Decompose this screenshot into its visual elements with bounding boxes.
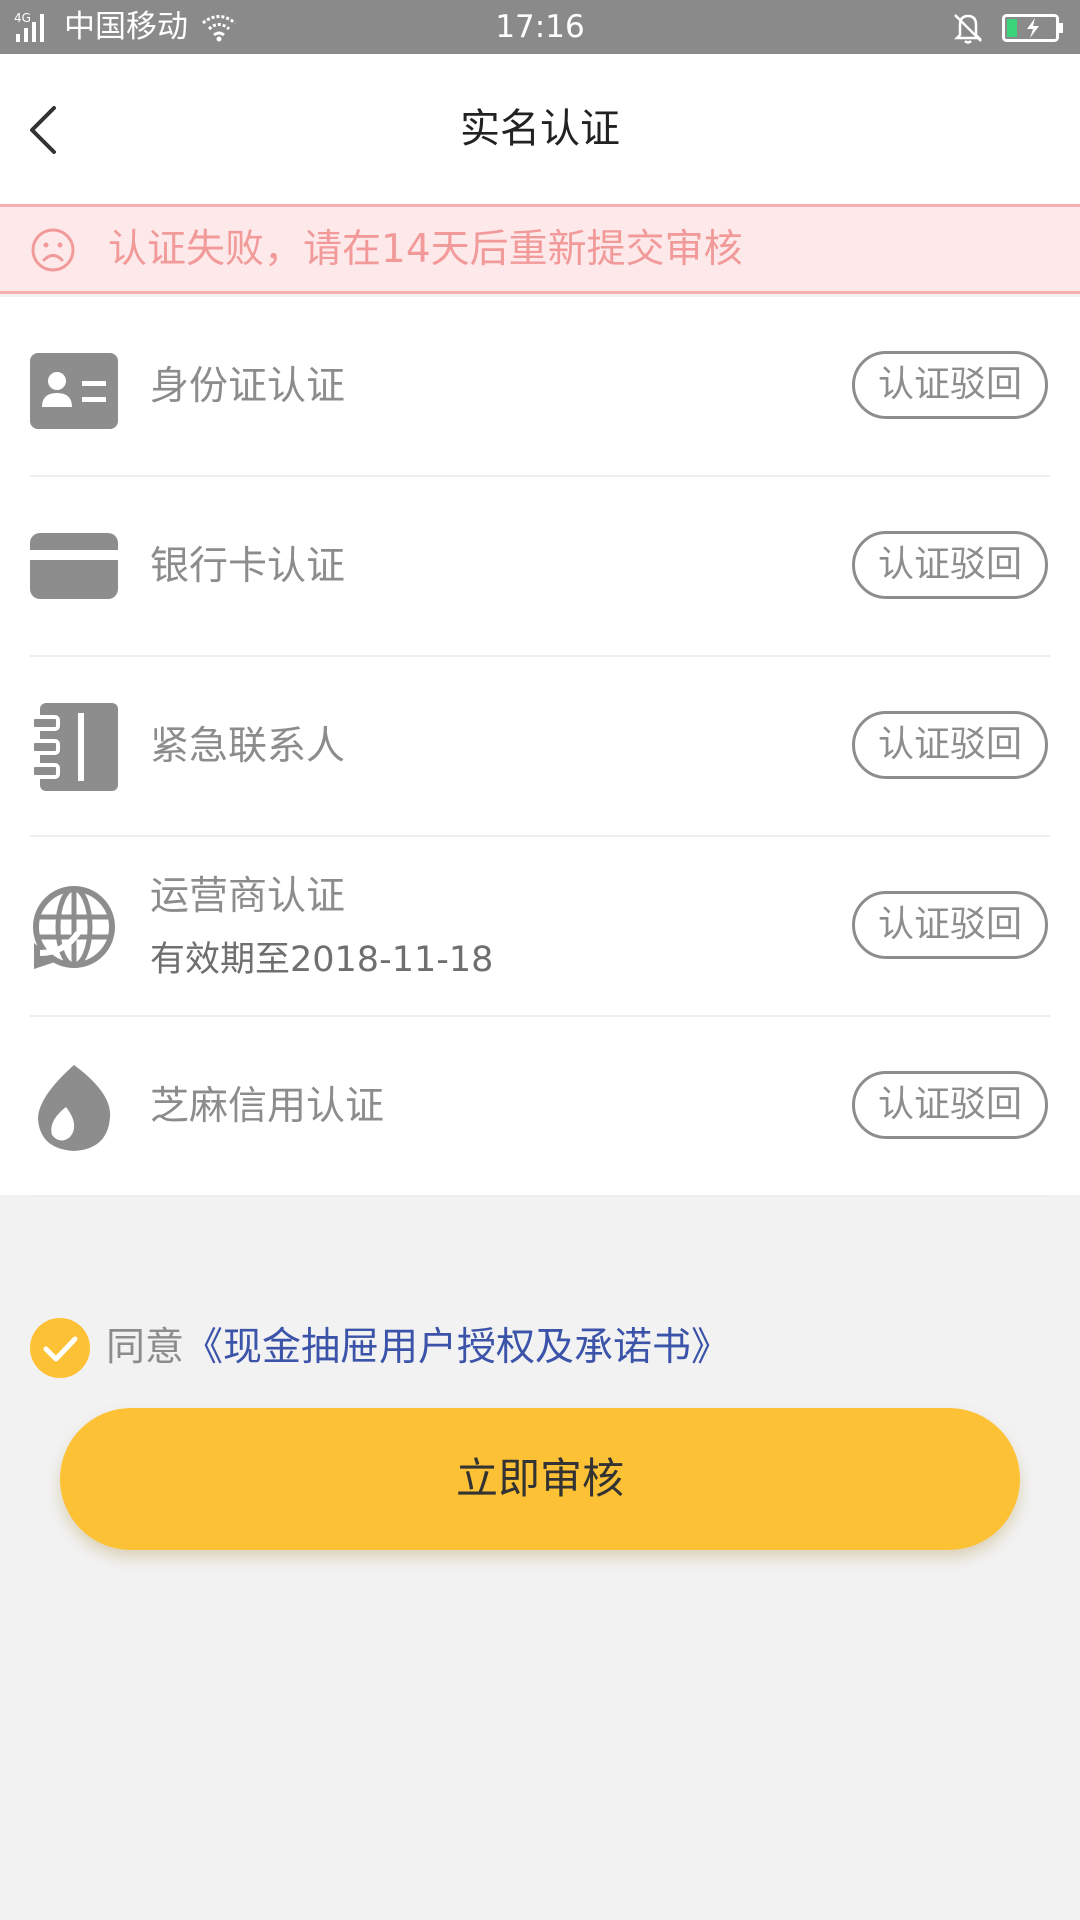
sad-face-icon — [31, 228, 75, 272]
item-label: 运营商认证 — [150, 874, 346, 919]
clock: 17:16 — [495, 9, 585, 45]
globe-arrow-icon — [33, 886, 115, 969]
bank-card-icon — [30, 533, 118, 599]
failure-alert: 认证失败，请在14天后重新提交审核 — [0, 204, 1080, 294]
id-card-icon — [30, 353, 118, 429]
agree-prefix: 同意 — [106, 1325, 185, 1370]
divider — [30, 1195, 1050, 1197]
agree-checkbox[interactable] — [30, 1318, 90, 1378]
status-rejected-button[interactable]: 认证驳回 — [852, 531, 1048, 599]
list-item-bank-card[interactable]: 银行卡认证 认证驳回 — [0, 477, 1080, 657]
list-item-id-card[interactable]: 身份证认证 认证驳回 — [0, 297, 1080, 477]
contact-book-icon — [30, 703, 118, 791]
verification-list: 身份证认证 认证驳回 银行卡认证 认证驳回 紧急联系人 认证驳回 运营商认证 有… — [0, 297, 1080, 1197]
list-item-carrier[interactable]: 运营商认证 有效期至2018-11-18 认证驳回 — [0, 837, 1080, 1017]
status-rejected-button[interactable]: 认证驳回 — [852, 891, 1048, 959]
status-bar: 4G 中国移动 17:16 — [0, 0, 1080, 54]
item-label: 芝麻信用认证 — [150, 1084, 385, 1129]
app-header: 实名认证 — [0, 54, 1080, 204]
agreement-link[interactable]: 《现金抽屉用户授权及承诺书》 — [184, 1325, 730, 1370]
agreement-text: 同意《现金抽屉用户授权及承诺书》 — [106, 1324, 730, 1372]
alert-message: 认证失败，请在14天后重新提交审核 — [108, 227, 743, 272]
status-rejected-button[interactable]: 认证驳回 — [852, 351, 1048, 419]
status-rejected-button[interactable]: 认证驳回 — [852, 711, 1048, 779]
list-item-sesame-credit[interactable]: 芝麻信用认证 认证驳回 — [0, 1017, 1080, 1197]
battery-icon — [1002, 14, 1063, 42]
item-label: 身份证认证 — [150, 364, 346, 409]
sesame-drop-icon — [38, 1065, 111, 1151]
item-label: 银行卡认证 — [150, 544, 346, 589]
status-rejected-button[interactable]: 认证驳回 — [852, 1071, 1048, 1139]
submit-review-button[interactable]: 立即审核 — [60, 1408, 1020, 1550]
page-title: 实名认证 — [460, 106, 620, 152]
validity-date: 有效期至2018-11-18 — [150, 940, 494, 980]
list-item-emergency-contact[interactable]: 紧急联系人 认证驳回 — [0, 657, 1080, 837]
item-label: 紧急联系人 — [150, 724, 346, 769]
bell-muted-icon — [953, 14, 983, 44]
